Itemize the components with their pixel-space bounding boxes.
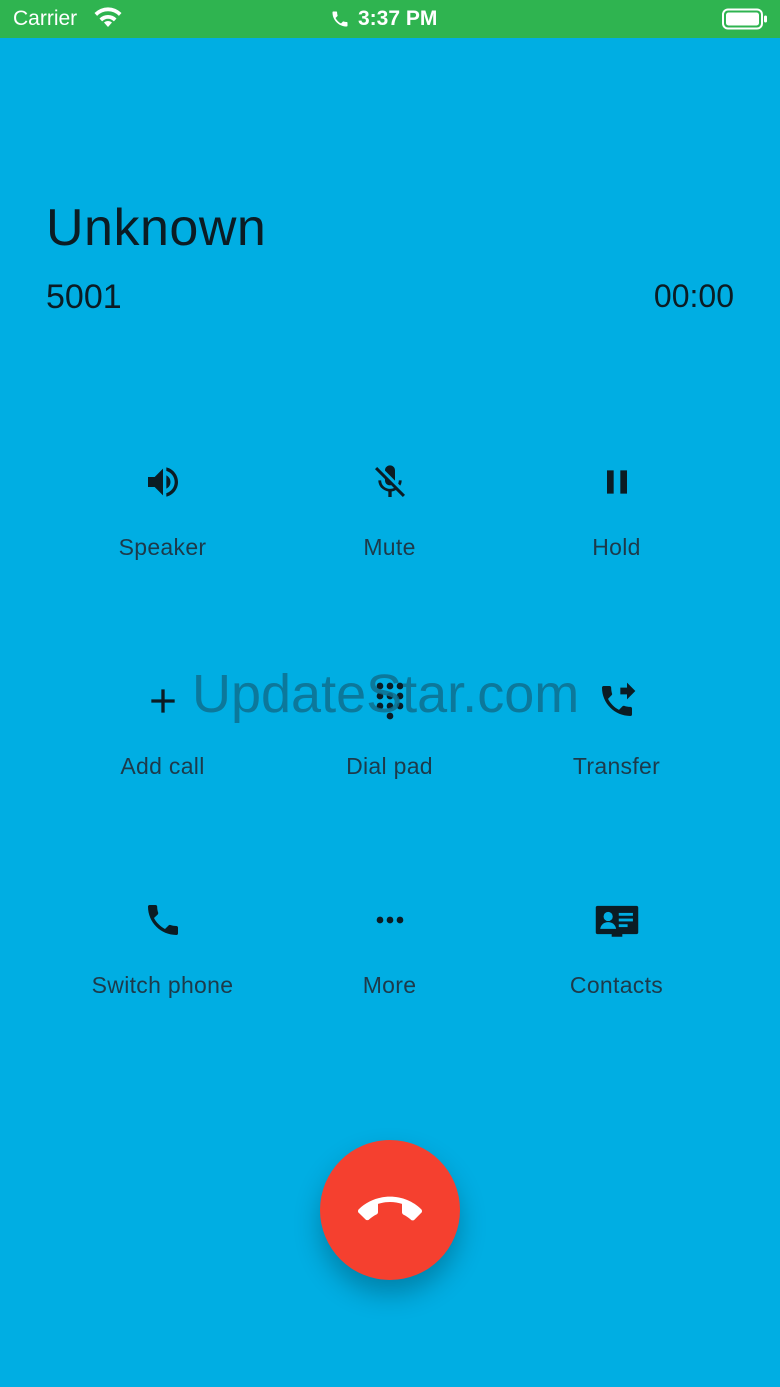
- dial-pad-button[interactable]: Dial pad: [276, 677, 503, 827]
- phone-icon: [332, 11, 348, 27]
- more-button[interactable]: More: [276, 896, 503, 1046]
- wifi-icon: [94, 7, 122, 27]
- phone-forward-icon: [593, 677, 641, 725]
- status-bar: Carrier 3:37 PM: [0, 0, 780, 38]
- add-call-button[interactable]: Add call: [49, 677, 276, 827]
- switch-phone-button[interactable]: Switch phone: [49, 896, 276, 1046]
- end-call-icon: [358, 1196, 422, 1221]
- speaker-label: Speaker: [118, 534, 207, 560]
- dial-pad-label: Dial pad: [346, 753, 433, 779]
- transfer-button[interactable]: Transfer: [503, 677, 730, 827]
- end-call-button[interactable]: [320, 1140, 460, 1280]
- add-call-label: Add call: [120, 753, 205, 779]
- speaker-button[interactable]: Speaker: [49, 458, 276, 608]
- caller-name: Unknown: [46, 199, 267, 257]
- hold-label: Hold: [592, 534, 641, 560]
- pause-icon: [593, 458, 641, 506]
- transfer-label: Transfer: [572, 753, 661, 779]
- status-time: 3:37 PM: [358, 7, 438, 30]
- speaker-icon: [139, 458, 187, 506]
- carrier-label: Carrier: [13, 7, 78, 30]
- caller-number: 5001: [46, 278, 122, 316]
- contacts-button[interactable]: Contacts: [503, 896, 730, 1046]
- plus-icon: [139, 677, 187, 725]
- dialpad-icon: [366, 677, 414, 725]
- hold-button[interactable]: Hold: [503, 458, 730, 608]
- more-horizontal-icon: [366, 896, 414, 944]
- contacts-label: Contacts: [569, 972, 664, 998]
- switch-phone-label: Switch phone: [91, 972, 234, 998]
- contact-card-icon: [593, 896, 641, 944]
- call-duration: 00:00: [653, 278, 734, 314]
- mute-button[interactable]: Mute: [276, 458, 503, 608]
- battery-icon: [722, 8, 767, 30]
- mic-off-icon: [366, 458, 414, 506]
- phone-icon: [139, 896, 187, 944]
- more-label: More: [362, 972, 417, 998]
- mute-label: Mute: [363, 534, 416, 560]
